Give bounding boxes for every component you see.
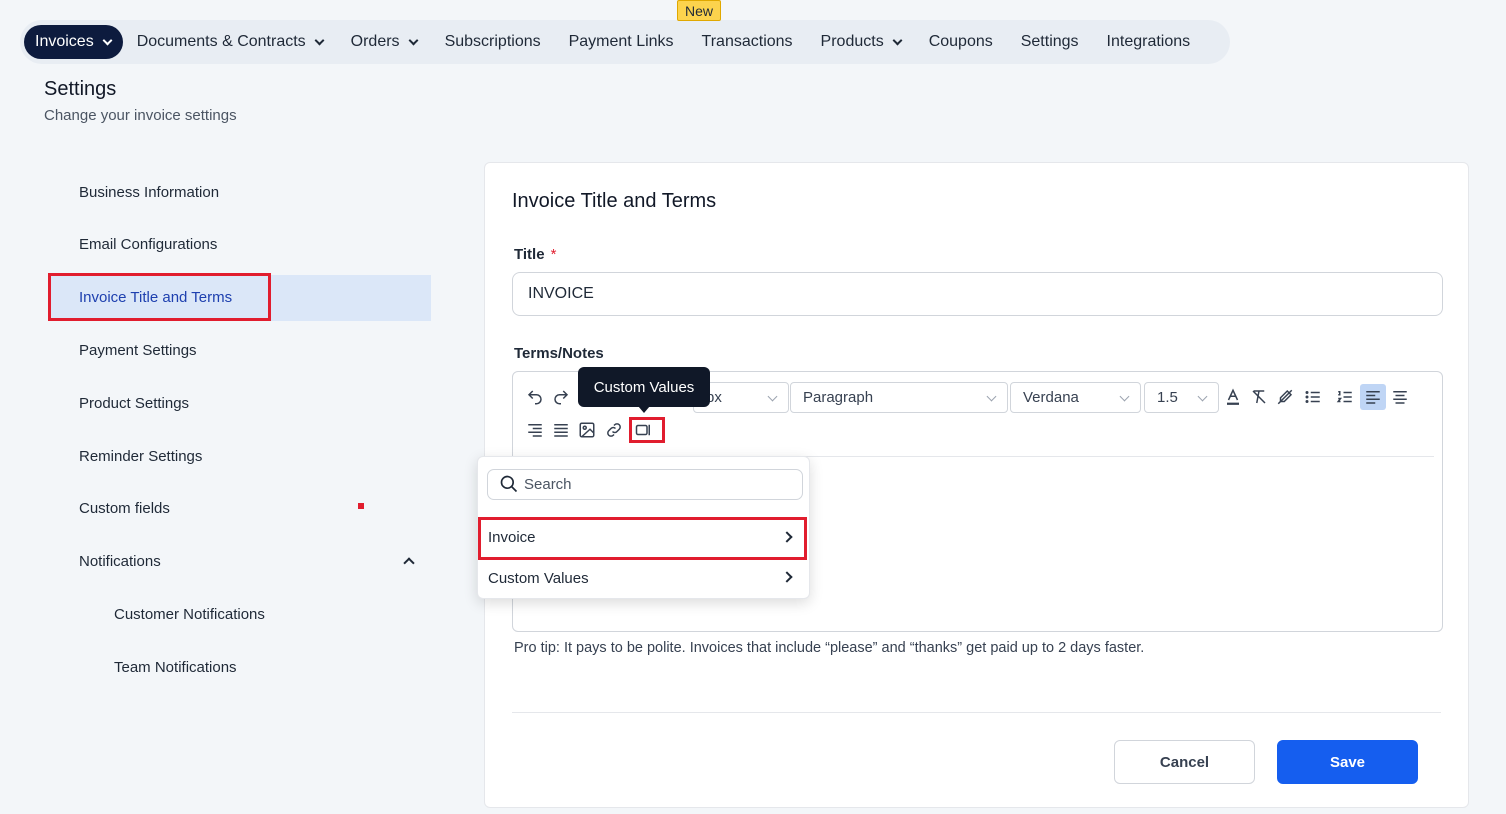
nav-integrations[interactable]: Integrations	[1093, 25, 1205, 59]
nav-transactions-label: Transactions	[701, 33, 793, 50]
pro-tip: Pro tip: It pays to be polite. Invoices …	[514, 640, 1145, 656]
clear-format-icon[interactable]	[1249, 387, 1269, 407]
title-input[interactable]	[512, 272, 1443, 316]
align-left-icon[interactable]	[1360, 384, 1386, 410]
custom-values-dropdown: Invoice Custom Values	[477, 456, 810, 599]
nav-coupons-label: Coupons	[928, 33, 993, 50]
block-format-value: Paragraph	[803, 389, 874, 406]
align-center-icon[interactable]	[1390, 387, 1410, 407]
sidebar-item-team-notifications[interactable]: Team Notifications	[114, 659, 237, 676]
chevron-down-icon	[102, 35, 113, 45]
tooltip-arrow	[638, 406, 650, 413]
link-icon[interactable]	[604, 420, 624, 440]
undo-icon[interactable]	[525, 387, 545, 407]
terms-label: Terms/Notes	[514, 345, 604, 362]
sidebar-item-notifications[interactable]: Notifications	[79, 553, 161, 570]
nav-subscriptions[interactable]: Subscriptions	[431, 25, 555, 59]
top-nav: Invoices Documents & Contracts Orders Su…	[20, 20, 1230, 64]
sidebar-item-email-configurations[interactable]: Email Configurations	[79, 236, 217, 253]
sidebar-item-product-settings[interactable]: Product Settings	[79, 395, 189, 412]
sidebar-item-payment-settings[interactable]: Payment Settings	[79, 342, 197, 359]
required-mark: *	[550, 246, 557, 263]
title-label: Title *	[514, 246, 556, 263]
title-label-text: Title	[514, 246, 545, 263]
nav-invoices-label: Invoices	[35, 33, 94, 50]
sidebar-item-custom-fields[interactable]: Custom fields	[79, 500, 170, 517]
chevron-down-icon	[892, 35, 903, 45]
line-height-select[interactable]: 1.5	[1144, 382, 1219, 413]
nav-products-label: Products	[820, 33, 884, 50]
chevron-down-icon	[314, 35, 325, 45]
sidebar-item-customer-notifications[interactable]: Customer Notifications	[114, 606, 265, 623]
nav-settings[interactable]: Settings	[1007, 25, 1093, 59]
card-divider	[512, 712, 1441, 713]
highlight-box-invoice	[478, 517, 807, 560]
highlight-box-custom-values	[629, 417, 665, 443]
nav-settings-label: Settings	[1020, 33, 1079, 50]
red-dot-marker	[358, 503, 364, 509]
card-title: Invoice Title and Terms	[512, 190, 717, 212]
chevron-down-icon	[986, 391, 997, 402]
font-family-value: Verdana	[1023, 389, 1079, 406]
nav-payment-links-label: Payment Links	[568, 33, 674, 50]
align-right-icon[interactable]	[525, 420, 545, 440]
text-color-icon[interactable]	[1223, 387, 1243, 407]
page-title: Settings	[44, 78, 117, 100]
nav-orders[interactable]: Orders	[337, 25, 431, 59]
bullet-list-icon[interactable]	[1303, 387, 1323, 407]
nav-payment-links[interactable]: Payment Links	[555, 25, 688, 59]
dropdown-item-custom-values[interactable]: Custom Values	[488, 570, 800, 587]
nav-documents-contracts[interactable]: Documents & Contracts	[123, 25, 337, 59]
dropdown-search-input[interactable]	[487, 469, 803, 500]
save-button[interactable]: Save	[1277, 740, 1418, 784]
block-format-select[interactable]: Paragraph	[790, 382, 1008, 413]
align-justify-icon[interactable]	[551, 420, 571, 440]
nav-coupons[interactable]: Coupons	[915, 25, 1007, 59]
nav-invoices[interactable]: Invoices	[24, 25, 123, 59]
page-subtitle: Change your invoice settings	[44, 107, 237, 124]
cancel-button[interactable]: Cancel	[1114, 740, 1255, 784]
nav-products[interactable]: Products	[807, 25, 915, 59]
nav-subscriptions-label: Subscriptions	[444, 33, 541, 50]
highlight-box-sidebar	[48, 273, 271, 321]
search-icon	[500, 475, 518, 493]
sidebar-item-reminder-settings[interactable]: Reminder Settings	[79, 448, 202, 465]
chevron-down-icon	[1197, 391, 1208, 402]
font-family-select[interactable]: Verdana	[1010, 382, 1141, 413]
nav-transactions[interactable]: Transactions	[688, 25, 807, 59]
custom-values-tooltip: Custom Values	[578, 367, 710, 407]
line-height-value: 1.5	[1157, 389, 1178, 406]
new-badge: New	[677, 0, 721, 21]
nav-orders-label: Orders	[350, 33, 400, 50]
image-icon[interactable]	[577, 420, 597, 440]
redo-icon[interactable]	[551, 387, 571, 407]
nav-integrations-label: Integrations	[1106, 33, 1191, 50]
numbered-list-icon[interactable]	[1335, 387, 1355, 407]
nav-documents-label: Documents & Contracts	[136, 33, 306, 50]
sidebar-item-business-information[interactable]: Business Information	[79, 184, 219, 201]
highlight-pen-icon[interactable]	[1275, 387, 1295, 407]
dropdown-item-label: Custom Values	[488, 570, 589, 587]
chevron-down-icon	[1119, 391, 1130, 402]
chevron-up-icon[interactable]	[403, 557, 415, 569]
chevron-down-icon	[408, 35, 419, 45]
chevron-down-icon	[767, 391, 778, 402]
